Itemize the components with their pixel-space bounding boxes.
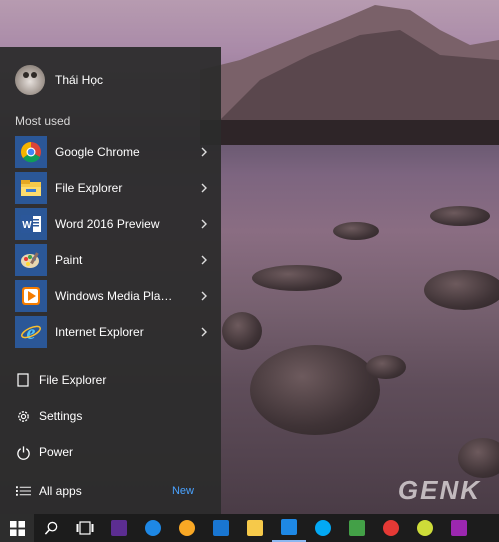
app-label: Google Chrome [55,145,140,159]
store-icon [281,519,297,535]
more-icon [451,520,467,536]
rock [458,438,499,478]
power-icon [15,444,31,460]
taskbar-more[interactable] [442,514,476,542]
settings-app-icon [111,520,127,536]
rock [222,312,262,350]
svg-text:W: W [22,220,32,231]
windows-start-icon [9,520,25,536]
most-used-heading: Most used [15,114,71,128]
photos-icon [383,520,399,536]
paint-icon [15,244,47,276]
skype-icon [315,520,331,536]
task-view-icon [76,521,94,535]
media-icon [179,520,195,536]
taskbar-mail[interactable] [204,514,238,542]
edge-icon [145,520,161,536]
app-internet-explorer[interactable]: e Internet Explorer [15,316,210,348]
chevron-right-icon[interactable] [198,290,210,302]
app-windows-media-player[interactable]: Windows Media Player [15,280,210,312]
all-apps-button[interactable]: All apps [15,480,82,502]
app-label: Word 2016 Preview [55,217,160,231]
app-label: File Explorer [55,181,123,195]
taskbar-media[interactable] [170,514,204,542]
user-account[interactable]: Thái Học [15,64,103,96]
media-player-icon [15,280,47,312]
file-explorer-label: File Explorer [39,373,107,387]
rock [424,270,499,310]
chrome-icon [15,136,47,168]
taskbar-paint[interactable] [408,514,442,542]
app-label: Windows Media Player [55,289,177,303]
power-button[interactable]: Power [15,441,73,463]
app-word-2016-preview[interactable]: W Word 2016 Preview [15,208,210,240]
chevron-right-icon[interactable] [198,326,210,338]
search-button[interactable] [34,514,68,542]
taskbar [0,514,499,542]
chevron-right-icon[interactable] [198,254,210,266]
all-apps-label: All apps [39,484,82,498]
svg-text:e: e [27,322,36,343]
task-view-button[interactable] [68,514,102,542]
start-button[interactable] [0,514,34,542]
chevron-right-icon[interactable] [198,146,210,158]
taskbar-photos[interactable] [374,514,408,542]
word-icon: W [15,208,47,240]
taskbar-gotv[interactable] [340,514,374,542]
app-file-explorer[interactable]: File Explorer [15,172,210,204]
list-icon [15,483,31,499]
rock [366,355,406,379]
gear-icon [15,408,31,424]
internet-explorer-icon: e [15,316,47,348]
taskbar-file-explorer[interactable] [238,514,272,542]
power-label: Power [39,445,74,459]
app-label: Internet Explorer [55,325,144,339]
mountain-scenery [200,5,499,145]
file-explorer-link[interactable]: File Explorer [15,369,106,391]
app-google-chrome[interactable]: Google Chrome [15,136,210,168]
rock [430,206,490,226]
settings-link[interactable]: Settings [15,405,82,427]
watermark-logo: GENK [397,475,481,505]
user-name: Thái Học [55,73,104,87]
gotv-icon [349,520,365,536]
settings-label: Settings [39,409,83,423]
search-icon [44,521,57,535]
file-explorer-icon [15,372,31,388]
start-menu: Thái Học Most used Google Chrome File Ex… [0,47,221,514]
file-explorer-icon [15,172,47,204]
rock [333,222,379,240]
new-badge: New [171,485,194,497]
app-paint[interactable]: Paint [15,244,210,276]
taskbar-store[interactable] [272,514,306,542]
paint-icon [417,520,433,536]
app-label: Paint [55,253,83,267]
avatar [15,65,45,95]
mail-icon [213,520,229,536]
file-explorer-icon [247,520,263,536]
taskbar-skype[interactable] [306,514,340,542]
taskbar-settings-app[interactable] [102,514,136,542]
taskbar-edge[interactable] [136,514,170,542]
chevron-right-icon[interactable] [198,218,210,230]
rock [250,345,380,435]
rock [252,265,342,291]
chevron-right-icon[interactable] [198,182,210,194]
